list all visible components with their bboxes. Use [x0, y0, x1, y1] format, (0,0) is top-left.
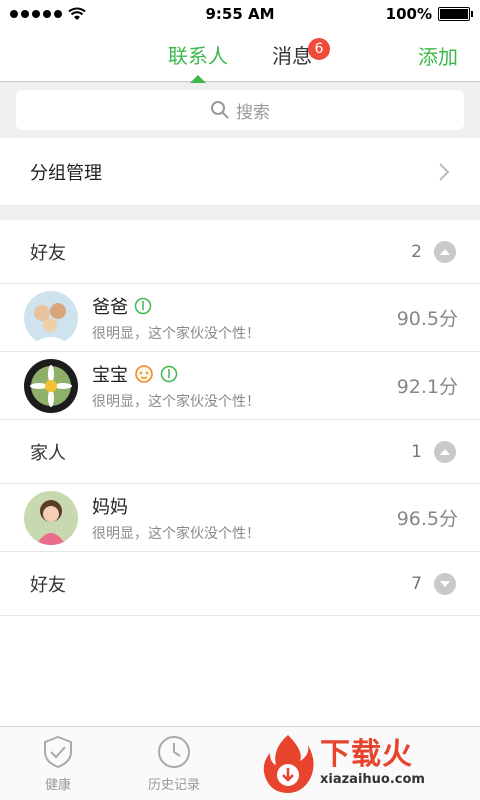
group-name: 家人 — [30, 442, 66, 464]
avatar — [24, 358, 78, 413]
collapse-icon[interactable] — [434, 240, 456, 263]
bottom-tab-label: 历史记录 — [147, 778, 200, 793]
search-container: 搜索 — [0, 82, 480, 138]
search-icon — [211, 101, 229, 119]
collapse-icon[interactable] — [434, 440, 456, 463]
shield-check-icon — [44, 735, 72, 769]
bottom-nav: 健康 历史记录 下载火 xiazaihuo.com — [0, 726, 480, 800]
group-header-family[interactable]: 家人 1 — [0, 420, 480, 484]
bottom-tab-history[interactable]: 历史记录 — [116, 727, 232, 800]
search-input[interactable]: 搜索 — [16, 90, 464, 130]
expand-icon[interactable] — [434, 572, 456, 595]
contact-signature: 很明显，这个家伙没个性！ — [92, 325, 260, 342]
flame-download-icon — [263, 734, 314, 793]
search-placeholder: 搜索 — [236, 102, 270, 123]
group-header-friends[interactable]: 好友 2 — [0, 220, 480, 284]
add-button[interactable]: 添加 — [418, 28, 458, 82]
watermark-subtitle: xiazaihuo.com — [320, 772, 425, 787]
health-score: 96.5分 — [396, 508, 458, 530]
group-header-friends-collapsed[interactable]: 好友 7 — [0, 552, 480, 616]
contact-signature: 很明显，这个家伙没个性！ — [92, 525, 260, 542]
group-name: 好友 — [30, 574, 66, 596]
contact-name: 妈妈 — [92, 496, 128, 518]
watermark-title: 下载火 — [320, 737, 413, 772]
group-count: 7 — [411, 573, 422, 594]
contact-name: 宝宝 — [92, 364, 128, 386]
baby-face-icon — [135, 364, 153, 383]
clock-icon — [158, 736, 190, 768]
status-time: 9:55 AM — [205, 5, 275, 23]
tab-messages[interactable]: 消息 6 — [250, 28, 334, 82]
section-divider — [0, 206, 480, 220]
watermark-logo: 下载火 xiazaihuo.com — [260, 727, 480, 800]
contact-row[interactable]: 妈妈 很明显，这个家伙没个性！ 96.5分 — [0, 484, 480, 552]
tab-messages-label: 消息 — [272, 44, 312, 68]
health-score: 90.5分 — [396, 308, 458, 330]
battery-icon — [438, 7, 473, 21]
contact-row[interactable]: 宝宝 很明显，这个家伙没个性！ 92.1分 — [0, 352, 480, 420]
unread-badge: 6 — [308, 37, 330, 60]
chevron-right-icon — [439, 162, 450, 181]
contact-signature: 很明显，这个家伙没个性！ — [92, 393, 260, 410]
group-name: 好友 — [30, 242, 66, 264]
contact-row[interactable]: 爸爸 很明显，这个家伙没个性！ 90.5分 — [0, 284, 480, 352]
avatar — [24, 290, 78, 345]
group-count: 1 — [411, 441, 422, 462]
power-status-icon — [160, 365, 178, 382]
avatar — [24, 490, 78, 545]
power-status-icon — [134, 297, 152, 314]
group-management-row[interactable]: 分组管理 — [0, 138, 480, 206]
health-score: 92.1分 — [396, 376, 458, 398]
contact-name: 爸爸 — [92, 296, 128, 318]
bottom-tab-health[interactable]: 健康 — [0, 727, 116, 800]
bottom-tab-label: 健康 — [44, 778, 71, 793]
group-count: 2 — [411, 241, 422, 262]
status-bar: 9:55 AM 100% — [0, 0, 480, 28]
group-management-label: 分组管理 — [30, 162, 102, 184]
tab-contacts[interactable]: 联系人 — [146, 28, 250, 83]
top-nav: 联系人 消息 6 添加 — [0, 28, 480, 83]
